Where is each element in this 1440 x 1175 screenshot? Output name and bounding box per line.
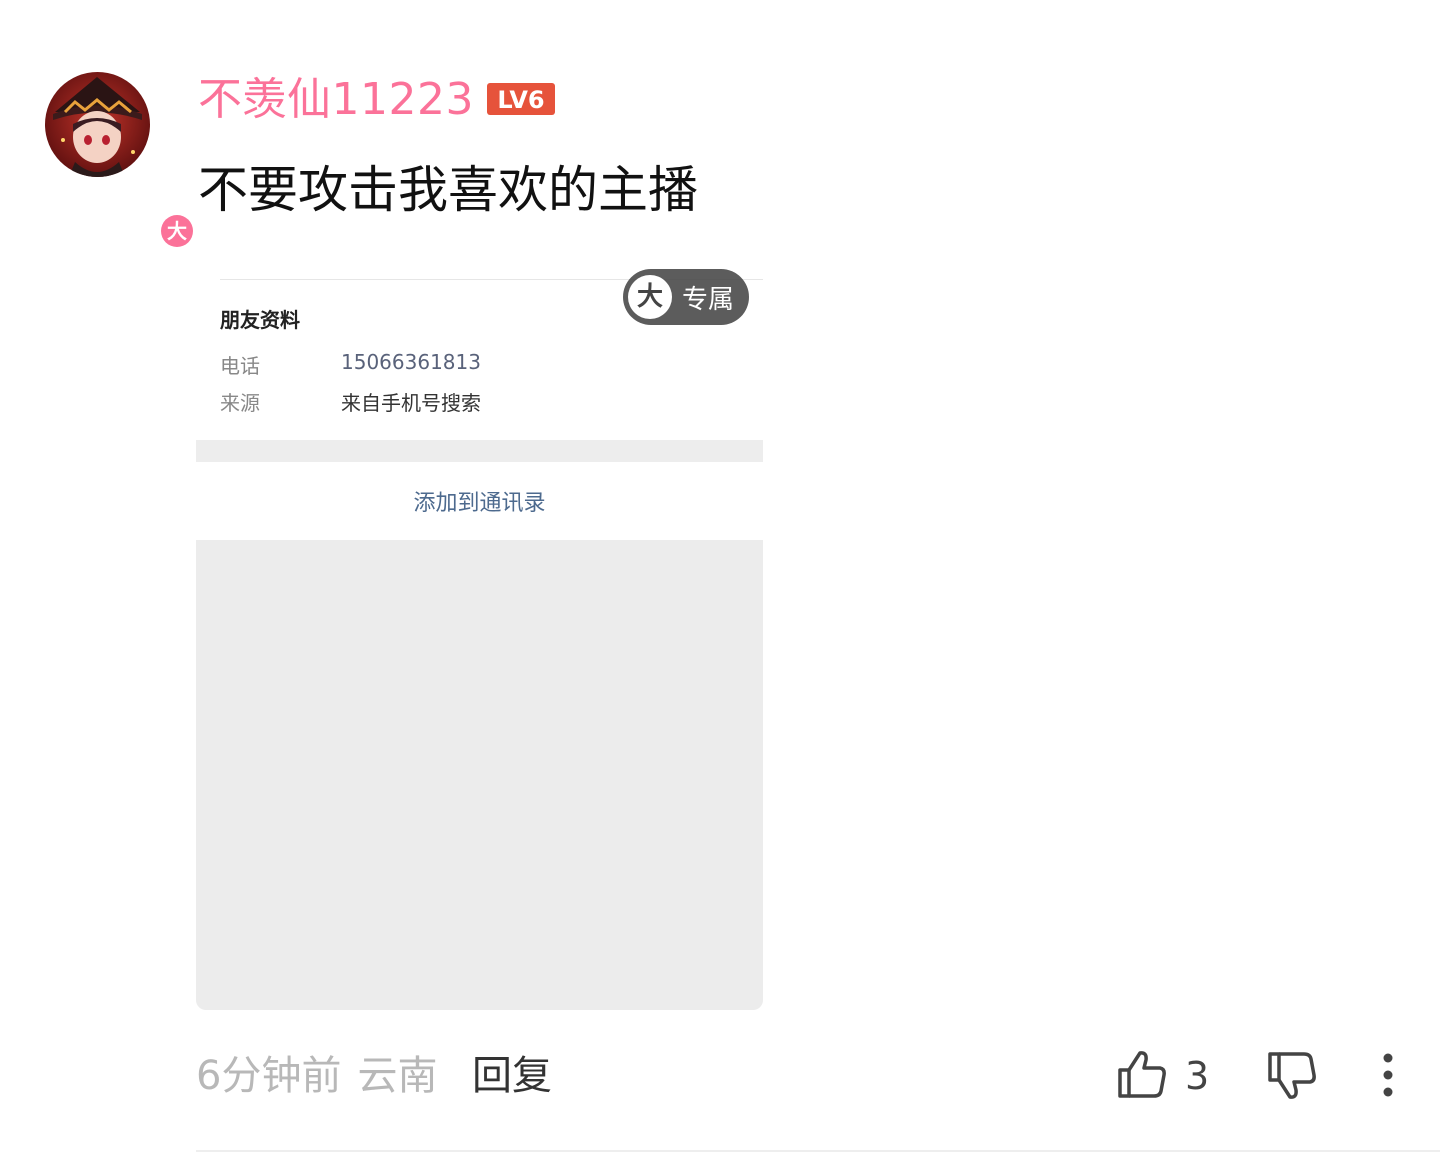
level-badge: LV6 [487,83,555,115]
card-title: 朋友资料 [220,308,300,332]
exclusive-badge-char: 大 [636,282,663,312]
exclusive-badge-icon: 大 [628,275,672,319]
comment-meta: 6分钟前 云南 [196,1048,437,1104]
reply-button[interactable]: 回复 [472,1048,552,1104]
comment-location: 云南 [357,1053,438,1099]
avatar-image [45,72,150,177]
exclusive-badge: 大 专属 [623,269,749,325]
comment-time: 6分钟前 [196,1053,342,1099]
level-text: LV6 [497,86,544,114]
vip-badge-inner: 大 [161,215,193,247]
thumbs-up-icon[interactable] [1116,1048,1168,1100]
avatar[interactable]: 大 [45,72,196,250]
card-gap [196,440,763,462]
bottom-divider [196,1150,1440,1152]
phone-label: 电话 [220,354,260,378]
like-count: 3 [1185,1054,1210,1098]
exclusive-label: 专属 [682,284,735,315]
thumbs-down-icon[interactable] [1266,1050,1318,1102]
more-vertical-icon[interactable] [1370,1050,1406,1102]
username[interactable]: 不羡仙11223 [198,72,474,128]
source-value: 来自手机号搜索 [341,391,481,415]
add-to-contacts-button: 添加到通讯录 [196,462,763,540]
vip-badge: 大 [158,212,196,250]
vip-badge-char: 大 [167,219,187,243]
comment-text: 不要攻击我喜欢的主播 [198,161,698,219]
attached-image[interactable]: 朋友资料 电话 15066361813 来源 来自手机号搜索 添加到通讯录 [196,268,763,1010]
source-label: 来源 [220,391,260,415]
phone-value: 15066361813 [341,350,481,374]
